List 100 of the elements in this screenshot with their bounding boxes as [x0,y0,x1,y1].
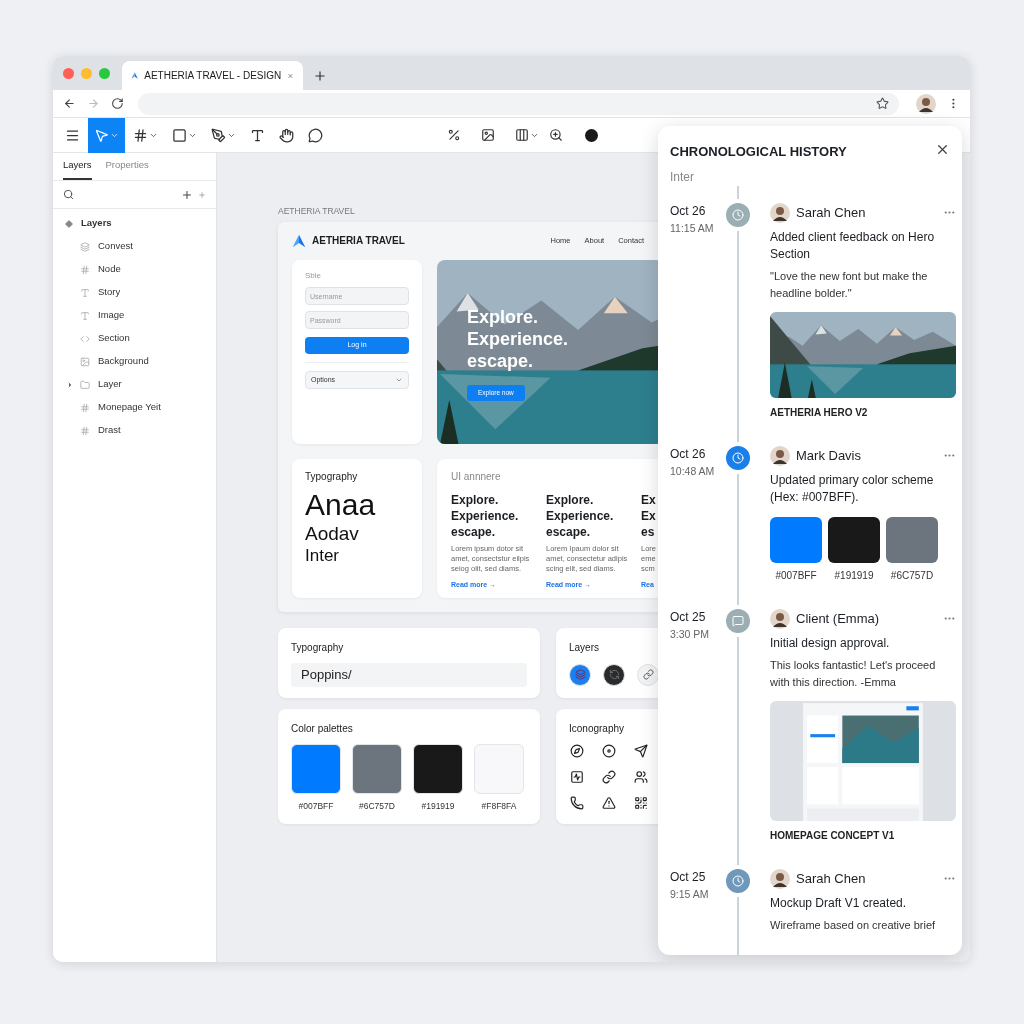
pulse-icon [570,769,584,784]
menu-icon [65,127,80,143]
layers-icon [574,669,586,681]
hex-code: #191919 [421,799,455,813]
link-icon [642,669,654,681]
stack-icon [80,241,90,252]
avatar [770,608,790,629]
layer-item[interactable]: Drast [53,419,216,442]
font-sample: Inter [305,546,340,564]
close-icon[interactable] [935,142,950,157]
entry-title: Updated primary color scheme (Hex: #007BFF). [770,471,935,506]
address-field[interactable] [138,92,900,115]
attachment-caption: HOMEPAGE CONCEPT V1 [770,828,895,843]
hero-headline: Explore. Experience. escape. [467,305,569,372]
avatar [770,445,790,466]
hex-code: #191919 [834,568,874,583]
entry-date: Oct 25 [670,868,707,886]
avatar [770,202,790,223]
card-title: Typography [305,469,358,484]
layer-item[interactable]: Monepage Yeit [53,396,216,419]
text-icon [80,310,90,321]
font-sample: Aodav [305,523,359,543]
layer-item[interactable]: Node [53,258,216,281]
layer-button[interactable] [569,663,591,686]
frame-label: AETHERIA TRAVEL [278,205,355,218]
hash-icon [80,425,90,436]
entry-text: This looks fantastic! Let's proceed with this direction. -Emma [770,657,937,690]
text-icon [250,127,265,143]
square-icon [172,127,187,143]
text-icon [80,287,90,298]
sidebar-tab[interactable]: Layers [63,157,92,180]
entry-date: Oct 25 [670,608,707,626]
disc-icon [602,743,616,758]
entry-date: Oct 26 [670,202,707,220]
image-icon [80,356,90,367]
entry-time: 11:15 AM [670,220,715,236]
layer-item[interactable]: Background [53,350,216,373]
article-title: Ex Ex es [641,491,656,540]
layer-item[interactable]: Story [53,281,216,304]
refresh-icon [608,669,620,681]
pointer-icon [94,127,109,143]
pen-icon [211,127,226,143]
hex-code: #007BFF [298,799,334,813]
back-icon[interactable] [63,97,76,110]
sidebar-tab[interactable]: Properties [105,157,149,180]
layer-item[interactable]: Layer [53,373,216,396]
search-icon[interactable] [63,189,74,200]
panel-subtitle: Inter [670,168,694,186]
clock-icon [732,208,744,221]
article-title: Explore. Experience. escape. [546,491,614,540]
avatar [770,868,790,889]
card-title: Typography [291,640,344,655]
qr-code-icon [634,795,648,810]
layer-item[interactable]: Section [53,327,216,350]
layer-item[interactable]: Image [53,304,216,327]
clock-icon [732,451,744,464]
entry-title: Mockup Draft V1 created. [770,894,908,912]
logo-icon [131,69,139,82]
font-sample: Anaa [305,489,376,520]
avatar [916,93,937,114]
add-icon[interactable] [181,188,193,201]
author-name: Sarah Chen [796,203,866,222]
star-icon[interactable] [876,97,890,110]
card-title: Iconography [569,721,625,736]
hex-code: #6C757D [359,799,395,813]
zoom-icon [549,128,563,142]
send-icon [634,743,648,758]
hand-icon [279,127,294,143]
entry-title: Added client feedback on Hero Section [770,228,936,263]
warning-icon [602,795,616,810]
panel-title: CHRONOLOGICAL HISTORY [670,143,847,161]
card-title: UI annnere [451,469,501,484]
card-title: Layers [569,640,599,655]
logo-icon [292,233,306,248]
attachment-caption: AETHERIA HERO V2 [770,405,868,420]
entry-time: 3:30 PM [670,626,711,642]
entry-time: 9:15 AM [670,886,710,902]
folder-icon [80,379,90,390]
comment-icon [732,614,744,627]
expand-caret-icon[interactable] [66,380,74,389]
article-title: Explore. Experience. escape. [451,491,519,540]
hash-icon [80,402,90,413]
image-icon [481,128,495,142]
link-icon [602,769,616,784]
entry-time: 10:48 AM [670,463,716,479]
layer-item[interactable]: Layers [53,212,216,235]
hash-icon [80,264,90,275]
form-label: Sble [305,269,321,282]
reload-icon[interactable] [110,97,124,110]
hex-code: #6C757D [890,568,934,583]
compass-icon [570,743,584,758]
layer-button[interactable] [603,663,625,686]
author-name: Client (Emma) [796,609,880,628]
frame-icon [133,127,148,143]
font-field[interactable]: Poppins/ [291,662,527,687]
new-tab-icon[interactable] [313,68,327,83]
layer-item[interactable]: Convest [53,235,216,258]
comment-icon [308,127,323,143]
browser-tab[interactable]: AETHERIA TRAVEL - DESIGN [122,61,303,90]
author-name: Mark Davis [796,446,861,465]
